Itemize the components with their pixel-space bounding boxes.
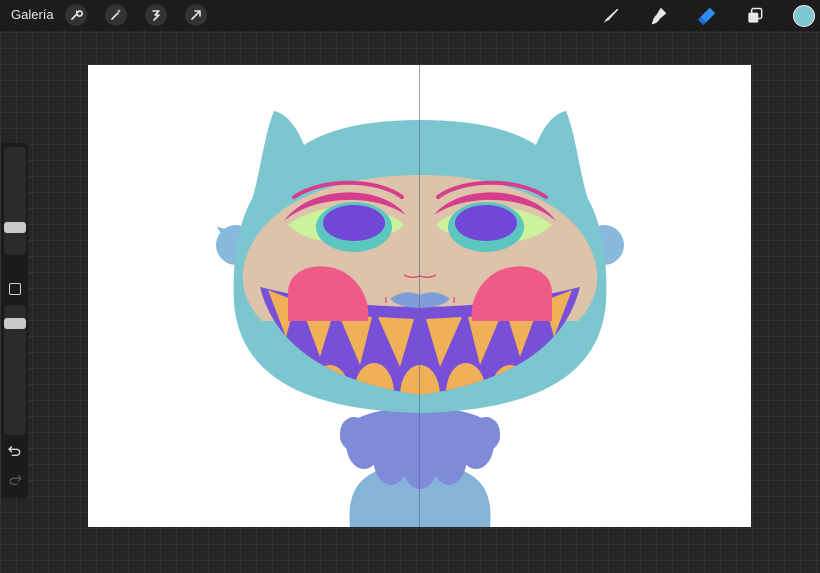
brush-size-slider[interactable] [4,147,26,255]
modify-button[interactable] [9,283,21,295]
undo-icon[interactable] [7,444,23,458]
color-picker-swatch[interactable] [793,5,815,27]
brush-icon[interactable] [599,4,623,28]
smudge-icon[interactable] [647,4,671,28]
magic-wand-icon[interactable] [105,4,127,26]
eraser-icon[interactable] [695,4,719,28]
redo-icon[interactable] [7,473,23,487]
layers-icon[interactable] [743,4,767,28]
drawing-canvas[interactable] [88,65,751,527]
selection-icon[interactable] [145,4,167,26]
top-toolbar: Galería [0,0,820,31]
side-toolbar [1,143,28,498]
character-artwork [216,65,624,527]
gallery-button[interactable]: Galería [11,7,54,22]
ruffle-collar [340,407,500,489]
opacity-handle[interactable] [4,318,26,329]
transform-icon[interactable] [185,4,207,26]
brush-size-handle[interactable] [4,222,26,233]
wrench-icon[interactable] [65,4,87,26]
